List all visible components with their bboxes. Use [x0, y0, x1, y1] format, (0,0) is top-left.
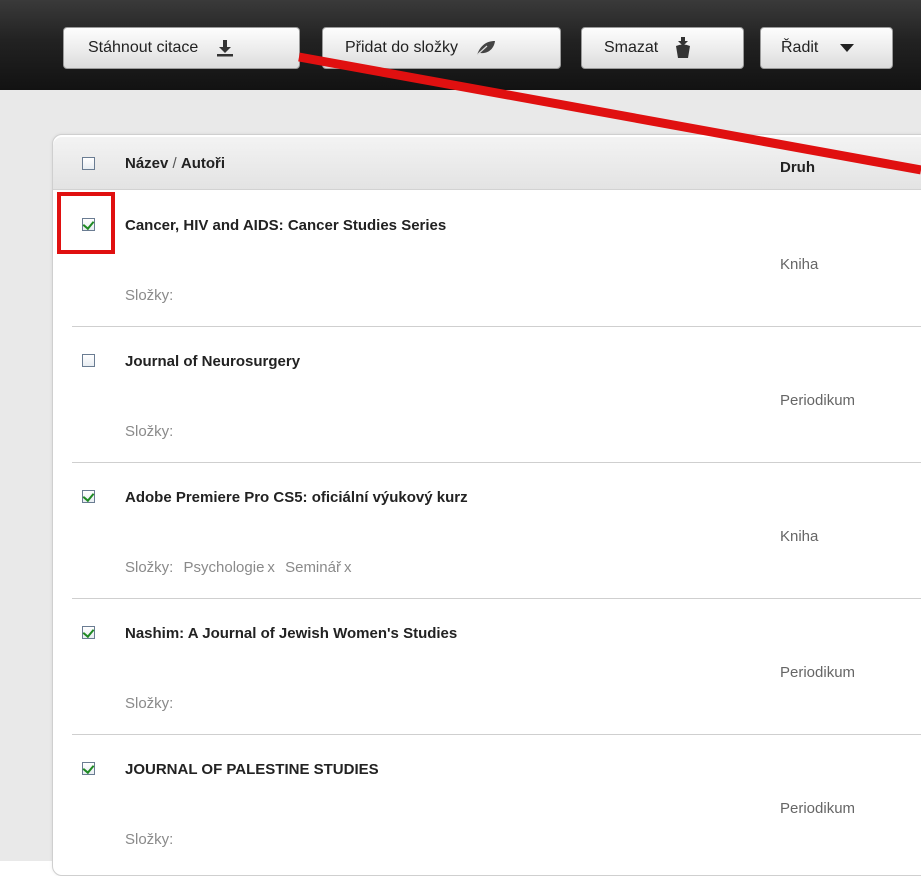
- row-checkbox[interactable]: [82, 354, 95, 367]
- row-checkbox[interactable]: [82, 762, 95, 775]
- row-checkbox[interactable]: [82, 490, 95, 503]
- download-icon: [216, 39, 234, 57]
- item-kind: Periodikum: [780, 392, 856, 409]
- item-folders: Složky:: [125, 423, 173, 440]
- trash-icon: [674, 37, 692, 59]
- item-title[interactable]: Cancer, HIV and AIDS: Cancer Studies Ser…: [125, 217, 446, 234]
- item-folders: Složky:: [125, 831, 173, 848]
- toolbar: Stáhnout citace Přidat do složky Smazat …: [0, 0, 921, 90]
- item-title[interactable]: Nashim: A Journal of Jewish Women's Stud…: [125, 625, 457, 642]
- sort-button[interactable]: Řadit: [760, 27, 893, 69]
- download-citations-button[interactable]: Stáhnout citace: [63, 27, 300, 69]
- folders-label: Složky:: [125, 423, 174, 440]
- item-title[interactable]: Adobe Premiere Pro CS5: oficiální výukov…: [125, 489, 468, 506]
- list-item: Nashim: A Journal of Jewish Women's Stud…: [72, 599, 921, 735]
- download-citations-label: Stáhnout citace: [88, 39, 199, 56]
- row-checkbox[interactable]: [82, 626, 95, 639]
- list-item: JOURNAL OF PALESTINE STUDIES Periodikum …: [72, 735, 921, 870]
- item-folders: Složky:: [125, 695, 173, 712]
- leaf-icon: [476, 40, 496, 56]
- folders-label: Složky:: [125, 559, 174, 576]
- caret-down-icon: [840, 44, 855, 52]
- header-separator: /: [168, 155, 181, 172]
- list-header: Název / Autoři Druh: [53, 137, 921, 190]
- folders-label: Složky:: [125, 287, 174, 304]
- item-title[interactable]: JOURNAL OF PALESTINE STUDIES: [125, 761, 379, 778]
- list-item: Adobe Premiere Pro CS5: oficiální výukov…: [72, 463, 921, 599]
- delete-label: Smazat: [604, 39, 659, 56]
- annotation-highlight-box: [57, 192, 115, 254]
- item-folders: Složky: Psychologie x Seminář x: [125, 559, 351, 576]
- remove-tag-button[interactable]: x: [344, 559, 352, 576]
- item-kind: Periodikum: [780, 664, 856, 681]
- folders-label: Složky:: [125, 831, 174, 848]
- item-kind: Periodikum: [780, 800, 856, 817]
- select-all-checkbox[interactable]: [82, 157, 95, 170]
- folder-tag-name: Seminář: [285, 559, 341, 576]
- folder-tag-psychologie: Psychologie x: [184, 559, 275, 576]
- add-to-folder-button[interactable]: Přidat do složky: [322, 27, 561, 69]
- item-kind: Kniha: [780, 256, 819, 273]
- folders-label: Složky:: [125, 695, 174, 712]
- sort-label: Řadit: [781, 39, 819, 56]
- authors-column-label: Autoři: [180, 155, 226, 172]
- kind-column-header[interactable]: Druh: [780, 159, 815, 176]
- folder-tag-seminar: Seminář x: [285, 559, 351, 576]
- add-to-folder-label: Přidat do složky: [345, 39, 458, 56]
- delete-button[interactable]: Smazat: [581, 27, 744, 69]
- list-item: Cancer, HIV and AIDS: Cancer Studies Ser…: [72, 191, 921, 327]
- list-item: Journal of Neurosurgery Periodikum Složk…: [72, 327, 921, 463]
- item-title[interactable]: Journal of Neurosurgery: [125, 353, 300, 370]
- item-folders: Složky:: [125, 287, 173, 304]
- title-column-label: Název: [125, 155, 169, 172]
- folder-tag-name: Psychologie: [183, 559, 265, 576]
- remove-tag-button[interactable]: x: [267, 559, 275, 576]
- item-kind: Kniha: [780, 528, 819, 545]
- title-authors-column-header[interactable]: Název / Autoři: [125, 155, 225, 172]
